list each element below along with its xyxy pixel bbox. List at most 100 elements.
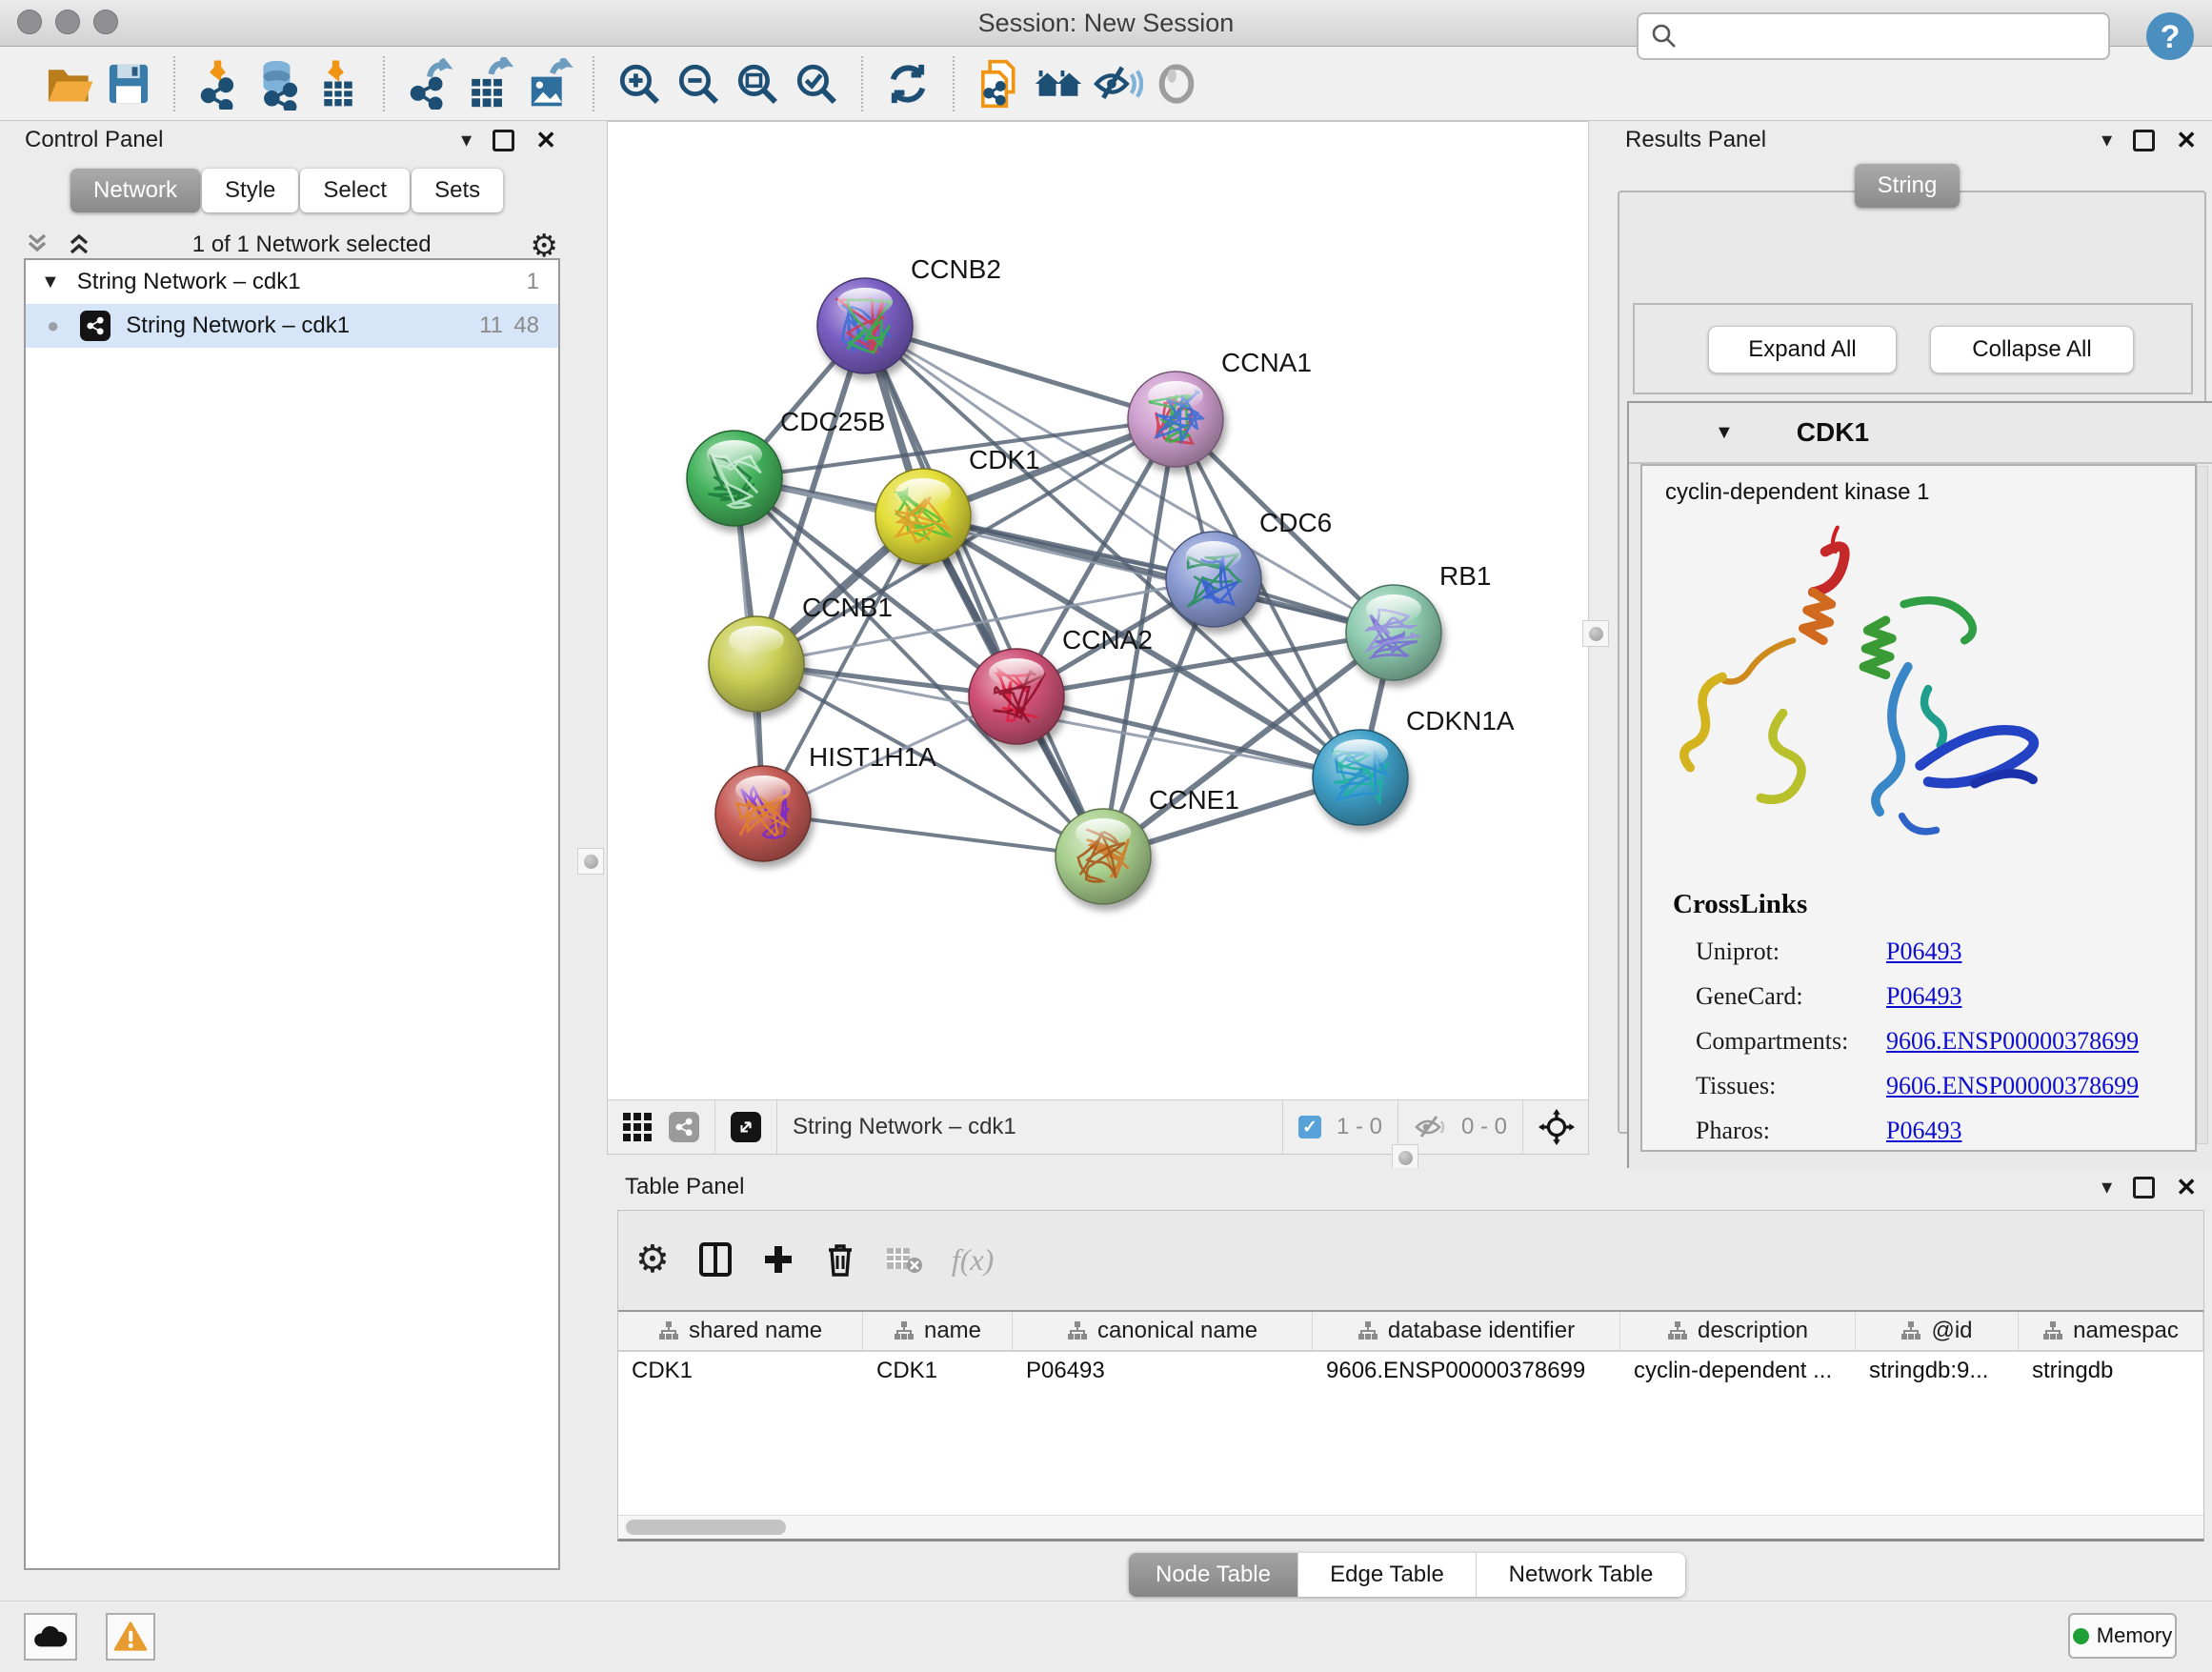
edge-HIST1H1A-CCNE1[interactable] [763,814,1103,856]
network-share-icon[interactable] [669,1112,699,1142]
selected-count-checkbox[interactable]: ✓ [1298,1116,1321,1138]
network-collection-row[interactable]: ▼ String Network – cdk1 1 [26,260,558,304]
node-CCNE1[interactable] [1056,809,1151,904]
node-RB1[interactable] [1346,585,1441,680]
node-CDC25B[interactable] [687,431,782,526]
network-canvas[interactable]: CCNB2CCNA1CDC25BCDK1CDC6RB1CCNB1CCNA2CDK… [608,122,1588,1099]
crosslink-link[interactable]: P06493 [1886,982,1961,1011]
left-splitter-handle[interactable] [577,848,604,875]
tab-string[interactable]: String [1855,164,1960,208]
warnings-button[interactable] [106,1613,155,1661]
column-header[interactable]: namespac [2019,1312,2203,1350]
tab-sets[interactable]: Sets [412,169,503,212]
delete-column-icon[interactable] [824,1240,856,1279]
panel-float-icon[interactable] [493,130,514,151]
tab-network-table[interactable]: Network Table [1477,1553,1685,1597]
zoom-fit-button[interactable] [728,54,787,113]
tab-style[interactable]: Style [202,169,298,212]
crosslink-link[interactable]: P06493 [1886,1117,1961,1145]
memory-button[interactable]: Memory [2068,1613,2177,1659]
section-disclosure-icon[interactable]: ▼ [1715,422,1734,444]
pan-crosshair-icon[interactable] [1538,1109,1575,1145]
node-HIST1H1A[interactable] [715,766,811,861]
table-cell[interactable]: 9606.ENSP00000378699 [1313,1352,1620,1390]
show-graphics-details-button-disabled[interactable] [1147,54,1206,113]
show-columns-icon[interactable] [698,1240,733,1279]
node-CDC6[interactable] [1166,532,1261,627]
network-row-selected[interactable]: ● String Network – cdk1 11 48 [26,304,558,348]
tab-select[interactable]: Select [300,169,410,212]
hidden-count-eye-icon[interactable] [1414,1113,1446,1141]
disclosure-triangle-icon[interactable]: ▼ [41,272,60,293]
refresh-button[interactable] [878,54,937,113]
table-cell[interactable]: P06493 [1013,1352,1313,1390]
gene-section-header[interactable]: ▼ CDK1 [1629,403,2212,464]
panel-menu-icon[interactable]: ▾ [2101,130,2112,151]
table-options-gear-icon[interactable]: ⚙ [635,1240,670,1279]
edge-CCNB2-CCNE1[interactable] [865,326,1103,856]
import-network-button[interactable] [191,54,250,113]
panel-menu-icon[interactable]: ▾ [2101,1177,2112,1198]
tab-edge-table[interactable]: Edge Table [1298,1553,1477,1597]
column-header[interactable]: database identifier [1313,1312,1620,1350]
table-cell[interactable]: cyclin-dependent ... [1620,1352,1856,1390]
table-cell[interactable]: stringdb:9... [1856,1352,2019,1390]
node-CCNB1[interactable] [709,616,804,712]
column-header[interactable]: shared name [618,1312,863,1350]
home-browser-button[interactable] [1029,54,1088,113]
node-CCNA1[interactable] [1128,372,1223,467]
cloud-button[interactable] [24,1613,77,1661]
panel-close-icon[interactable]: ✕ [535,128,556,152]
column-header[interactable]: @id [1856,1312,2019,1350]
clone-network-button[interactable] [970,54,1029,113]
table-cell[interactable]: stringdb [2019,1352,2203,1390]
panel-float-icon[interactable] [2133,1177,2155,1199]
export-image-button[interactable] [518,54,577,113]
panel-menu-icon[interactable]: ▾ [461,130,472,151]
crosslink-link[interactable]: 9606.ENSP00000378699 [1886,1027,2139,1056]
crosslink-link[interactable]: 9606.ENSP00000378699 [1886,1072,2139,1100]
node-CDKN1A[interactable] [1313,730,1408,825]
save-session-button[interactable] [99,54,158,113]
zoom-selected-button[interactable] [787,54,846,113]
add-column-icon[interactable] [761,1242,795,1277]
zoom-out-button[interactable] [669,54,728,113]
open-in-window-icon[interactable] [731,1112,761,1142]
expand-all-button[interactable]: Expand All [1708,326,1897,373]
column-header[interactable]: description [1620,1312,1856,1350]
column-header[interactable]: name [863,1312,1013,1350]
help-button[interactable]: ? [2145,11,2195,61]
table-row[interactable]: CDK1CDK1P064939606.ENSP00000378699cyclin… [618,1352,2203,1390]
tab-network[interactable]: Network [70,169,200,212]
bottom-splitter-handle[interactable] [1392,1144,1418,1171]
open-session-button[interactable] [40,54,99,113]
hide-graphics-details-button[interactable] [1088,54,1147,113]
collapse-all-button[interactable]: Collapse All [1930,326,2134,373]
import-network-from-database-button[interactable] [250,54,309,113]
results-scrollbar[interactable] [2197,466,2208,1144]
column-header[interactable]: canonical name [1013,1312,1313,1350]
panel-close-icon[interactable]: ✕ [2176,128,2197,152]
crosslink-link[interactable]: P06493 [1886,937,1961,966]
global-search-field[interactable] [1637,12,2110,60]
tab-node-table[interactable]: Node Table [1129,1553,1298,1597]
delete-table-icon-disabled[interactable] [885,1244,923,1275]
expand-all-icon[interactable] [65,230,93,260]
table-cell[interactable]: CDK1 [863,1352,1013,1390]
panel-close-icon[interactable]: ✕ [2176,1175,2197,1199]
import-table-button[interactable] [309,54,368,113]
collapse-all-icon[interactable] [23,230,51,260]
zoom-in-button[interactable] [610,54,669,113]
table-horizontal-scrollbar[interactable] [618,1515,2203,1539]
node-CCNB2[interactable] [817,278,913,373]
export-table-button[interactable] [459,54,518,113]
right-splitter-handle[interactable] [1582,620,1609,647]
node-CCNA2[interactable] [969,649,1064,744]
edge-CCNB2-CCNA1[interactable] [865,326,1176,419]
function-builder-icon-disabled[interactable]: f(x) [952,1242,994,1278]
scrollbar-thumb[interactable] [626,1520,786,1535]
table-cell[interactable]: CDK1 [618,1352,863,1390]
node-CDK1[interactable] [875,469,971,564]
search-input[interactable] [1679,16,2108,56]
view-grid-icon[interactable] [621,1111,654,1143]
